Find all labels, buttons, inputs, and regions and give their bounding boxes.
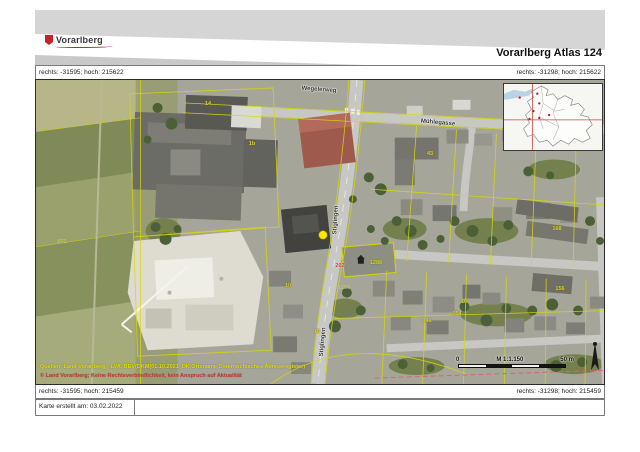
logo-shield-icon: [45, 35, 53, 45]
construction-site: [122, 231, 264, 350]
logo-swoosh: [55, 45, 113, 48]
coord-bottom-left: rechts: -31595; hoch: 215459: [39, 388, 124, 395]
house-number-label: 14a: [422, 318, 431, 324]
map-marker-dot: [319, 231, 327, 239]
coord-bottom-right: rechts: -31298; hoch: 215459: [516, 388, 601, 395]
house-number-label: 154: [452, 311, 461, 317]
attribution-copyright: © Land Vorarlberg; Keine Rechtsverbindli…: [40, 372, 305, 381]
map-attribution: Quellen: Land Vorarlberg - LVA, BEV(DKM(…: [40, 363, 305, 380]
footer-empty-cell: [135, 399, 605, 416]
parcel-number-label: 202: [335, 263, 344, 269]
parcel-1288-building: [342, 243, 396, 277]
bottom-coordinate-row: rechts: -31595; hoch: 215459 rechts: -31…: [35, 385, 605, 399]
attribution-sources: Quellen: Land Vorarlberg - LVA, BEV(DKM(…: [40, 363, 305, 372]
house-number-label: 43: [427, 151, 433, 157]
scale-distance-label: 50 m: [560, 357, 574, 363]
house-number-label: 15: [314, 329, 320, 335]
page-header: Vorarlberg Vorarlberg Atlas 124: [35, 10, 605, 65]
scale-ratio-label: M 1:1.150: [496, 357, 523, 363]
house-number-label: 16: [461, 299, 467, 305]
house-number-label: 1206: [338, 285, 350, 291]
scale-bar-track: [458, 364, 566, 368]
house-number-label: 1b: [249, 141, 255, 147]
field-number-label: 071: [57, 239, 66, 245]
north-arrow-icon: [588, 340, 602, 376]
house-number-label: 14: [205, 101, 211, 107]
coord-top-right: rechts: -31298; hoch: 215622: [516, 69, 601, 76]
scale-bar: 0 M 1:1.150 50 m: [456, 357, 574, 368]
logo-text: Vorarlberg: [56, 35, 103, 45]
dark-building: [281, 205, 331, 253]
vorarlberg-overview-graphic: [504, 84, 602, 150]
page-title: Vorarlberg Atlas 124: [496, 47, 602, 59]
vorarlberg-logo: Vorarlberg: [45, 35, 113, 48]
scale-zero-label: 0: [456, 357, 459, 363]
parcel-number-label: 1288: [370, 260, 382, 266]
map-viewport[interactable]: Wegelerweg Stiglingen Stiglingen Mühlega…: [35, 79, 605, 385]
footer-row: Karte erstellt am: 03.02.2022: [35, 399, 605, 416]
top-coordinate-row: rechts: -31595; hoch: 215622 rechts: -31…: [35, 65, 605, 79]
house-number-label: 10: [285, 283, 291, 289]
house-number-label: 156: [555, 286, 564, 292]
house-number-label: 168: [552, 226, 561, 232]
map-created-date: Karte erstellt am: 03.02.2022: [35, 399, 135, 416]
print-page: Vorarlberg Vorarlberg Atlas 124 rechts: …: [35, 10, 605, 416]
coord-top-left: rechts: -31595; hoch: 215622: [39, 69, 124, 76]
overview-inset-map: [503, 83, 603, 151]
